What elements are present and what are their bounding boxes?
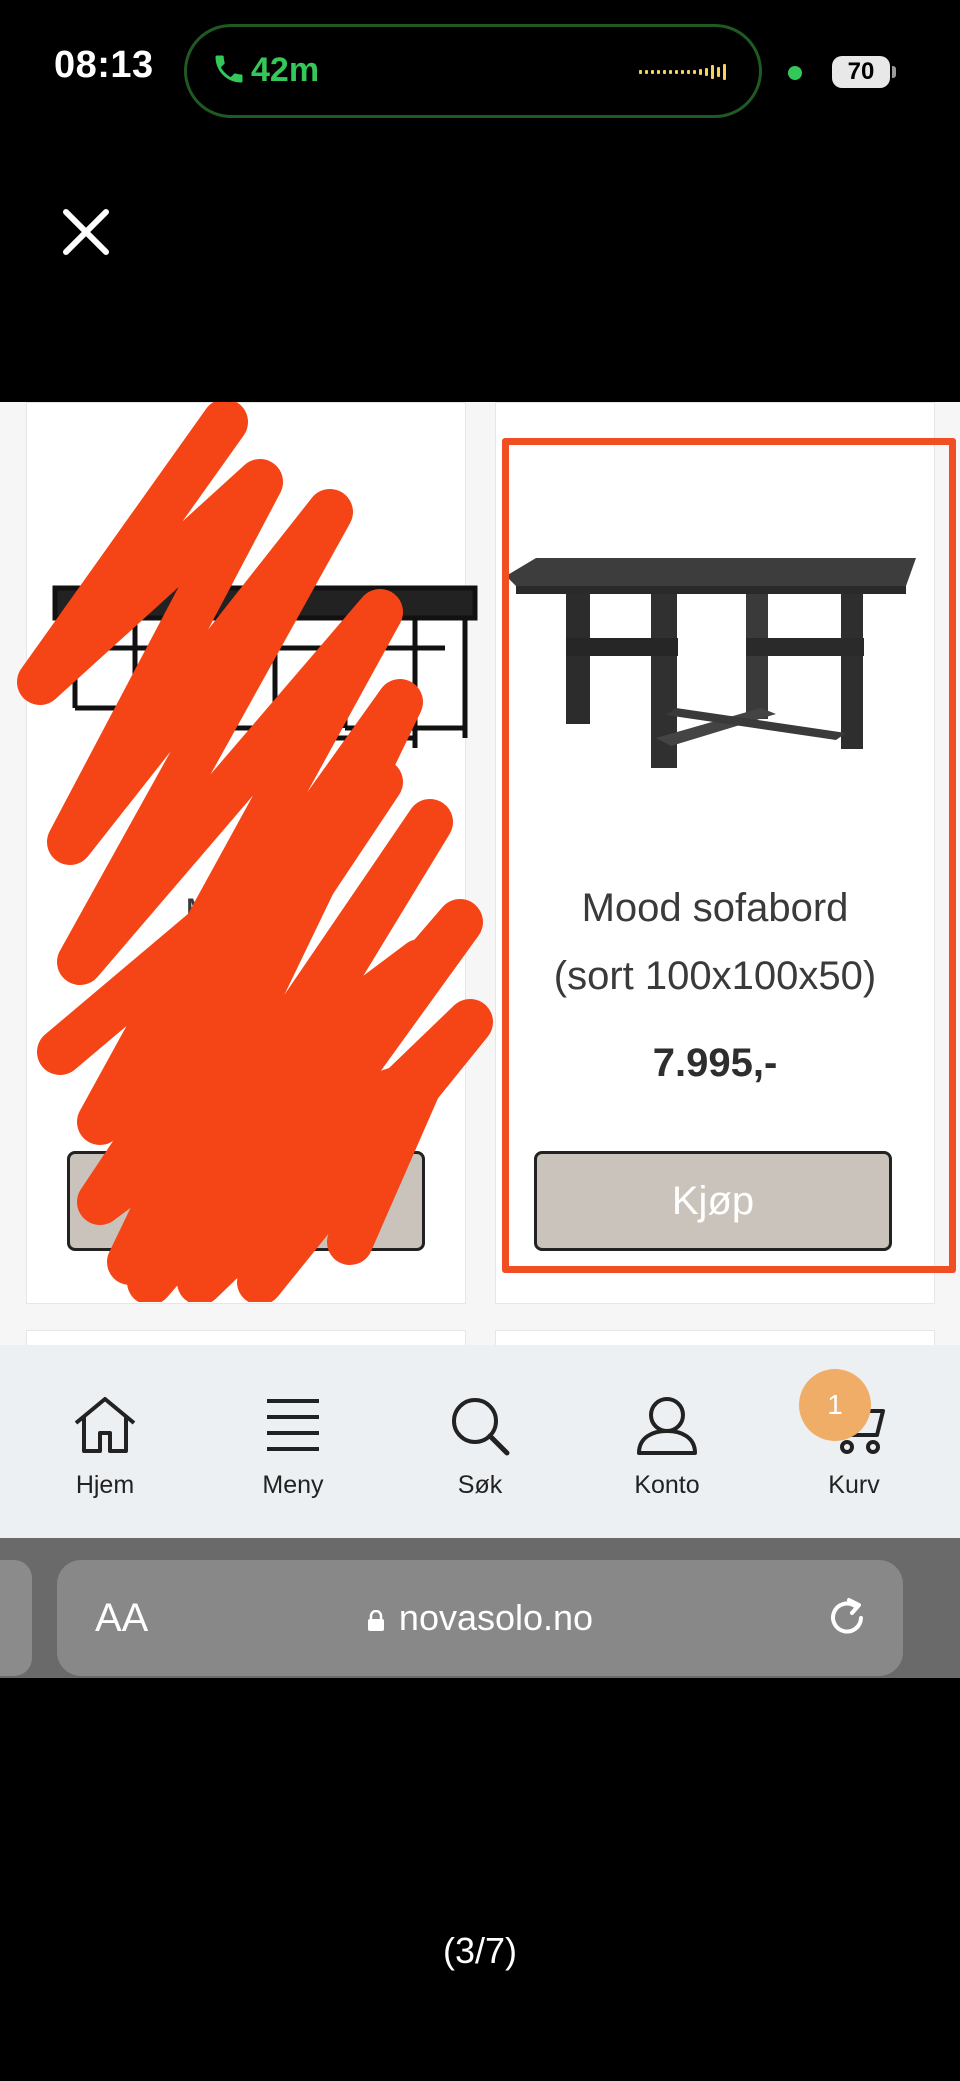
cart-count-badge: 1 <box>799 1369 871 1441</box>
tab-search[interactable]: Søk <box>400 1345 560 1538</box>
close-icon[interactable] <box>60 206 112 258</box>
tab-label-cart: Kurv <box>828 1471 880 1499</box>
call-duration: 42m <box>251 51 320 89</box>
tab-label-search: Søk <box>457 1471 503 1499</box>
tab-label-account: Konto <box>634 1471 700 1499</box>
highlight-annotation-box <box>502 438 956 1273</box>
battery-indicator: 70 <box>832 56 890 88</box>
battery-tip <box>892 66 896 78</box>
reader-aa-button[interactable]: AA <box>95 1560 148 1676</box>
search-icon <box>452 1398 510 1456</box>
tab-label-menu: Meny <box>262 1471 324 1499</box>
address-bar[interactable]: novasolo.no AA <box>57 1560 903 1676</box>
tab-account[interactable]: Konto <box>587 1345 747 1538</box>
lock-icon <box>367 1610 384 1631</box>
account-icon <box>637 1397 697 1455</box>
image-pager: (3/7) <box>442 1930 518 1971</box>
mic-in-use-indicator <box>788 66 802 80</box>
tab-menu[interactable]: Meny <box>213 1345 373 1538</box>
reload-icon[interactable] <box>825 1596 869 1640</box>
previous-tab-preview[interactable] <box>0 1560 32 1676</box>
audio-waveform-icon <box>639 64 726 80</box>
tab-home[interactable]: Hjem <box>25 1345 185 1538</box>
status-time: 08:13 <box>54 44 154 86</box>
phone-icon <box>215 55 243 83</box>
active-call-pill[interactable]: 42m <box>184 24 762 118</box>
url-display[interactable]: novasolo.no <box>57 1560 903 1676</box>
redaction-scribble <box>17 402 493 1302</box>
tab-label-home: Hjem <box>75 1471 135 1499</box>
menu-icon <box>267 1399 319 1451</box>
home-icon <box>74 1397 136 1453</box>
product-card-next-right[interactable] <box>495 1330 935 1345</box>
url-text: novasolo.no <box>398 1597 594 1638</box>
product-card-next-left[interactable] <box>26 1330 466 1345</box>
